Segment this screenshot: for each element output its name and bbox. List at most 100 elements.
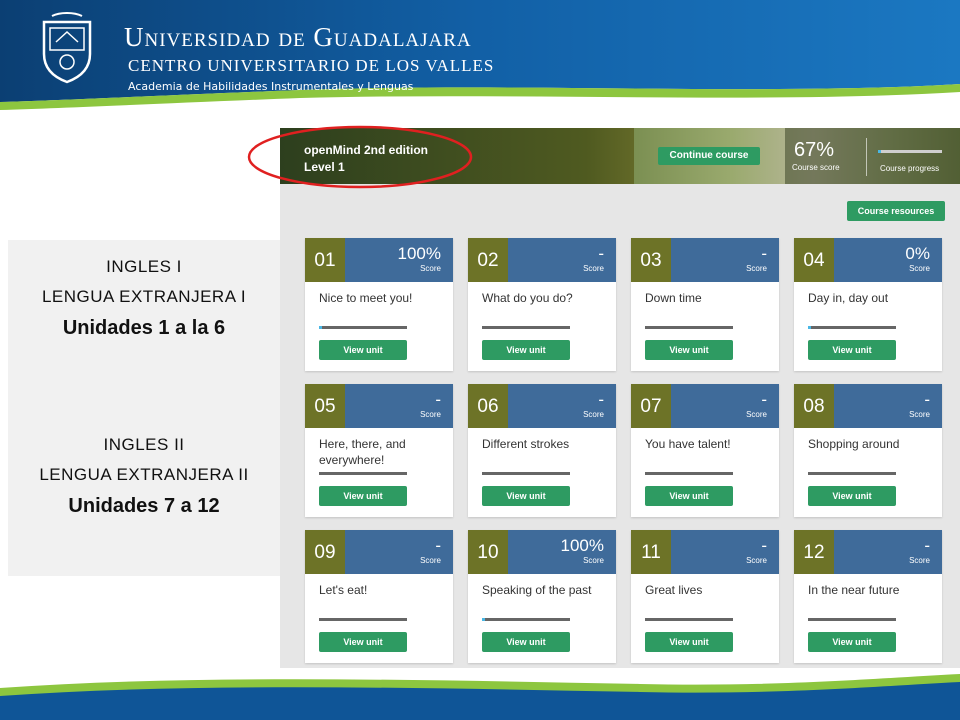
unit-header: 11 - Score bbox=[631, 530, 779, 574]
unit-header: 10 100% Score bbox=[468, 530, 616, 574]
center-name: CENTRO UNIVERSITARIO DE LOS VALLES bbox=[128, 56, 495, 75]
view-unit-button[interactable]: View unit bbox=[482, 632, 570, 652]
unit-progress-bar bbox=[808, 472, 896, 475]
unit-number: 06 bbox=[468, 384, 508, 428]
unit-card: 01 100% Score Nice to meet you! View unit bbox=[305, 238, 453, 371]
unit-header: 09 - Score bbox=[305, 530, 453, 574]
unit-card: 11 - Score Great lives View unit bbox=[631, 530, 779, 663]
unit-progress-bar bbox=[319, 618, 407, 621]
view-unit-button[interactable]: View unit bbox=[645, 340, 733, 360]
unit-progress-fill bbox=[808, 326, 811, 329]
unit-title: Let's eat! bbox=[319, 583, 368, 597]
unit-score-value: - bbox=[761, 536, 767, 555]
unit-progress-bar bbox=[645, 472, 733, 475]
unit-score-value: - bbox=[761, 244, 767, 263]
unit-title: Shopping around bbox=[808, 437, 900, 451]
university-crest-logo bbox=[42, 12, 92, 84]
unit-number: 03 bbox=[631, 238, 671, 282]
unit-number: 11 bbox=[631, 530, 671, 574]
course-name: INGLES II bbox=[103, 435, 185, 454]
unit-number: 08 bbox=[794, 384, 834, 428]
view-unit-button[interactable]: View unit bbox=[808, 340, 896, 360]
unit-progress-bar bbox=[482, 472, 570, 475]
unit-score-label: Score bbox=[746, 264, 767, 273]
unit-score-value: 0% bbox=[905, 244, 930, 263]
unit-header: 02 - Score bbox=[468, 238, 616, 282]
unit-score-label: Score bbox=[909, 410, 930, 419]
unit-number: 12 bbox=[794, 530, 834, 574]
view-unit-button[interactable]: View unit bbox=[319, 632, 407, 652]
unit-number: 01 bbox=[305, 238, 345, 282]
unit-score-label: Score bbox=[583, 410, 604, 419]
unit-score-value: - bbox=[598, 244, 604, 263]
view-unit-button[interactable]: View unit bbox=[482, 340, 570, 360]
unit-score-value: - bbox=[435, 390, 441, 409]
unit-score-label: Score bbox=[583, 264, 604, 273]
unit-progress-fill bbox=[319, 326, 322, 329]
unit-title: Day in, day out bbox=[808, 291, 889, 305]
unit-number: 04 bbox=[794, 238, 834, 282]
view-unit-button[interactable]: View unit bbox=[808, 486, 896, 506]
unit-score-value: - bbox=[924, 390, 930, 409]
unit-title: Here, there, and everywhere! bbox=[319, 437, 406, 467]
unit-progress-bar bbox=[808, 618, 896, 621]
academy-name: Academia de Habilidades Instrumentales y… bbox=[128, 80, 414, 93]
course-units: Unidades 7 a 12 bbox=[68, 495, 220, 517]
course-score-value: 67% bbox=[794, 139, 835, 161]
view-unit-button[interactable]: View unit bbox=[319, 486, 407, 506]
unit-header: 04 0% Score bbox=[794, 238, 942, 282]
unit-card: 09 - Score Let's eat! View unit bbox=[305, 530, 453, 663]
unit-header: 05 - Score bbox=[305, 384, 453, 428]
stats-divider bbox=[866, 138, 867, 176]
view-unit-button[interactable]: View unit bbox=[482, 486, 570, 506]
course-progress-label: Course progress bbox=[880, 164, 940, 173]
unit-card: 06 - Score Different strokes View unit bbox=[468, 384, 616, 517]
course-subtitle: LENGUA EXTRANJERA II bbox=[39, 465, 249, 484]
unit-progress-fill bbox=[482, 618, 485, 621]
unit-number: 09 bbox=[305, 530, 345, 574]
unit-score-value: 100% bbox=[397, 244, 441, 263]
unit-title: Great lives bbox=[645, 583, 703, 597]
unit-title: Down time bbox=[645, 291, 702, 305]
continue-course-button[interactable]: Continue course bbox=[658, 147, 760, 165]
unit-progress-bar bbox=[645, 618, 733, 621]
unit-progress-bar bbox=[319, 472, 407, 475]
unit-progress-bar bbox=[645, 326, 733, 329]
unit-card: 03 - Score Down time View unit bbox=[631, 238, 779, 371]
course-resources-button[interactable]: Course resources bbox=[847, 201, 945, 221]
view-unit-button[interactable]: View unit bbox=[808, 632, 896, 652]
unit-score-label: Score bbox=[909, 556, 930, 565]
unit-header: 01 100% Score bbox=[305, 238, 453, 282]
unit-score-label: Score bbox=[746, 556, 767, 565]
unit-card: 07 - Score You have talent! View unit bbox=[631, 384, 779, 517]
unit-number: 02 bbox=[468, 238, 508, 282]
unit-title: What do you do? bbox=[482, 291, 573, 305]
university-header: Universidad de Guadalajara CENTRO UNIVER… bbox=[0, 0, 960, 112]
unit-number: 10 bbox=[468, 530, 508, 574]
unit-score-value: - bbox=[598, 390, 604, 409]
unit-progress-bar bbox=[482, 618, 570, 621]
unit-score-label: Score bbox=[420, 264, 441, 273]
unit-title: Nice to meet you! bbox=[319, 291, 413, 305]
view-unit-button[interactable]: View unit bbox=[319, 340, 407, 360]
view-unit-button[interactable]: View unit bbox=[645, 486, 733, 506]
unit-card: 12 - Score In the near future View unit bbox=[794, 530, 942, 663]
course-progress-bar bbox=[878, 150, 942, 153]
unit-progress-bar bbox=[482, 326, 570, 329]
course-units: Unidades 1 a la 6 bbox=[62, 317, 226, 339]
unit-header: 03 - Score bbox=[631, 238, 779, 282]
unit-card: 08 - Score Shopping around View unit bbox=[794, 384, 942, 517]
course-title-level: Level 1 bbox=[304, 160, 345, 174]
unit-score-label: Score bbox=[420, 410, 441, 419]
unit-number: 07 bbox=[631, 384, 671, 428]
unit-score-label: Score bbox=[583, 556, 604, 565]
unit-header: 12 - Score bbox=[794, 530, 942, 574]
course-block-ingles-1: INGLES I LENGUA EXTRANJERA I Unidades 1 … bbox=[8, 252, 280, 344]
unit-header: 06 - Score bbox=[468, 384, 616, 428]
unit-title: Speaking of the past bbox=[482, 583, 592, 597]
course-progress-fill bbox=[878, 150, 882, 153]
view-unit-button[interactable]: View unit bbox=[645, 632, 733, 652]
unit-score-value: - bbox=[924, 536, 930, 555]
course-info-panel: INGLES I LENGUA EXTRANJERA I Unidades 1 … bbox=[8, 240, 280, 576]
course-block-ingles-2: INGLES II LENGUA EXTRANJERA II Unidades … bbox=[8, 430, 280, 522]
